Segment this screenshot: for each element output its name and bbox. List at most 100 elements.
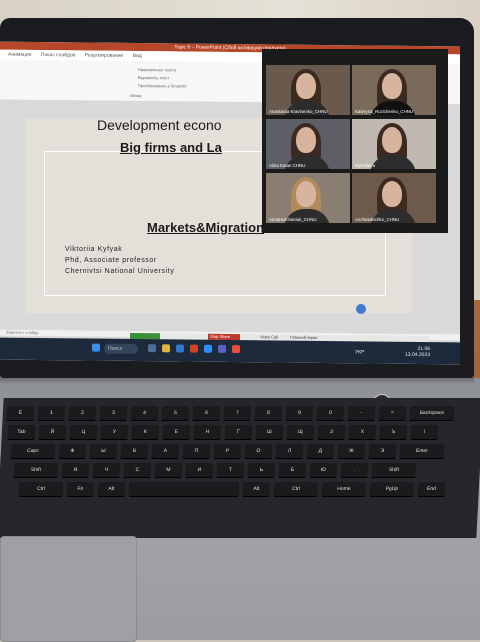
keyboard-key[interactable]: 2 [68,406,96,421]
avatar-face [382,73,402,99]
key-row-home: CapsФЫВАПРОЛДЖЭEnter [0,444,1,461]
keyboard-key[interactable]: . [340,463,368,478]
teams-icon[interactable] [218,345,226,353]
menu-slideshow[interactable]: Показ слайдов [41,52,75,58]
keyboard-key[interactable]: 5 [161,406,189,421]
video-tile[interactable]: Myroslava [352,119,436,169]
keyboard-key[interactable]: Г [224,425,252,440]
menu-review[interactable]: Рецензирование [85,52,124,58]
keyboard-key[interactable]: О [244,444,272,459]
keyboard-key[interactable]: У [100,425,128,440]
windows-start-icon[interactable] [92,344,100,352]
touchpad[interactable] [0,536,137,642]
video-tile[interactable]: Alina Katan CHNU [266,119,350,169]
keyboard-key[interactable]: Х [348,425,376,440]
keyboard-key[interactable]: Home [321,482,366,497]
keyboard-key[interactable]: Ctrl [18,482,63,497]
keyboard-key[interactable]: Enter [399,444,444,459]
zoom-icon[interactable] [204,345,212,353]
keyboard-key[interactable]: 0 [316,406,344,421]
keyboard-key[interactable]: Й [38,425,66,440]
participant-name: AnnaHorchaniuk_CHNU [269,217,317,222]
keyboard-key[interactable]: Tab [7,425,35,440]
keyboard-key[interactable]: 4 [130,406,158,421]
author-degree: Phd, Associate professor [65,257,157,264]
keyboard-key[interactable]: Ю [309,463,337,478]
keyboard-key[interactable]: Alt [242,482,270,497]
keyboard-key[interactable]: Л [275,444,303,459]
participant-name: Anastasiia Kravtsenko_CHNU [269,109,328,114]
keyboard-key[interactable]: Shift [13,463,58,478]
powerpoint-icon[interactable] [190,345,198,353]
video-tile[interactable]: Anastasiia Kravtsenko_CHNU [266,65,350,115]
keyboard-key[interactable]: Э [368,444,396,459]
keyboard-key[interactable]: И [185,463,213,478]
video-tile[interactable]: AnnaHorchaniuk_CHNU [266,173,350,223]
keyboard-key[interactable]: 8 [254,406,282,421]
keyboard-key[interactable]: Д [306,444,334,459]
keyboard-key[interactable]: Б [278,463,306,478]
keyboard-key[interactable]: Ь [247,463,275,478]
keyboard-key[interactable]: 1 [37,406,65,421]
keyboard-key[interactable]: 6 [192,406,220,421]
keyboard-key[interactable] [128,482,239,497]
keyboard-key[interactable]: Ы [89,444,117,459]
keyboard-key[interactable]: Caps [10,444,55,459]
keyboard-key[interactable]: PgUp [369,482,414,497]
keyboard-key[interactable]: Р [213,444,241,459]
video-tile[interactable]: AnzhelaBichko_CHNU [352,173,436,223]
keyboard-key[interactable]: А [151,444,179,459]
keyboard-key[interactable]: End [417,482,445,497]
ribbon-text-direction[interactable]: Направление текста [138,67,176,72]
keyboard-key[interactable]: М [154,463,182,478]
keyboard-key[interactable]: Ё [6,406,34,421]
language-indicator[interactable]: УКР [355,349,364,355]
keyboard-key[interactable]: Fn [66,482,94,497]
keyboard-key[interactable]: Я [61,463,89,478]
keyboard-key[interactable]: З [317,425,345,440]
keyboard-key[interactable]: Ш [255,425,283,440]
keyboard-key[interactable]: В [120,444,148,459]
keyboard-key[interactable]: С [123,463,151,478]
keyboard-key[interactable]: Ф [58,444,86,459]
keyboard-key[interactable]: Е [162,425,190,440]
keyboard-key[interactable]: Shift [371,463,416,478]
keyboard-key[interactable]: Ж [337,444,365,459]
keyboard-key[interactable]: Ц [69,425,97,440]
keyboard-key[interactable]: 3 [99,406,127,421]
edge-icon[interactable] [176,344,184,352]
taskbar-clock[interactable]: 21:06 13.04.2023 [405,346,430,358]
zoom-video-gallery: Anastasiia Kravtsenko_CHNU Kateryna_Ruzi… [262,49,448,233]
file-explorer-icon[interactable] [162,344,170,352]
keyboard-key[interactable]: \ [410,425,438,440]
menu-view[interactable]: Вид [133,53,142,59]
keyboard-key[interactable]: - [347,406,375,421]
keyboard-key[interactable]: Ч [92,463,120,478]
avatar-face [382,127,402,153]
taskbar-search[interactable]: Поиск [104,344,138,354]
ribbon-convert-smartart[interactable]: Преобразовать в SmartArt [138,83,187,89]
keyboard-key[interactable]: Ъ [379,425,407,440]
menu-animation[interactable]: Анимация [8,52,31,58]
keyboard-key[interactable]: Н [193,425,221,440]
keyboard-key[interactable]: Alt [97,482,125,497]
keyboard-key[interactable]: К [131,425,159,440]
participant-name: Alina Katan CHNU [269,163,305,168]
slide-nav-icon[interactable] [356,304,366,314]
chrome-icon[interactable] [232,345,240,353]
keyboard-key[interactable]: Backspace [409,406,454,421]
author-name: Viktoriia Kyfyak [65,246,122,253]
keyboard-key[interactable]: = [378,406,406,421]
key-row-numbers: Ё1234567890-=Backspace [2,406,3,423]
keyboard-key[interactable]: 9 [285,406,313,421]
keyboard-key[interactable]: Щ [286,425,314,440]
keyboard-key[interactable]: 7 [223,406,251,421]
keyboard-key[interactable]: П [182,444,210,459]
video-tile[interactable]: Kateryna_Ruzichenko_CHNU [352,65,436,115]
keyboard-key[interactable]: Т [216,463,244,478]
keyboard-key[interactable]: Ctrl [273,482,318,497]
avatar-face [382,181,402,207]
task-view-icon[interactable] [148,344,156,352]
keyboard: Ё1234567890-=Backspace TabЙЦУКЕНГШЩЗХЪ\ … [0,398,480,538]
ribbon-align-text[interactable]: Выровнять текст [138,75,169,80]
